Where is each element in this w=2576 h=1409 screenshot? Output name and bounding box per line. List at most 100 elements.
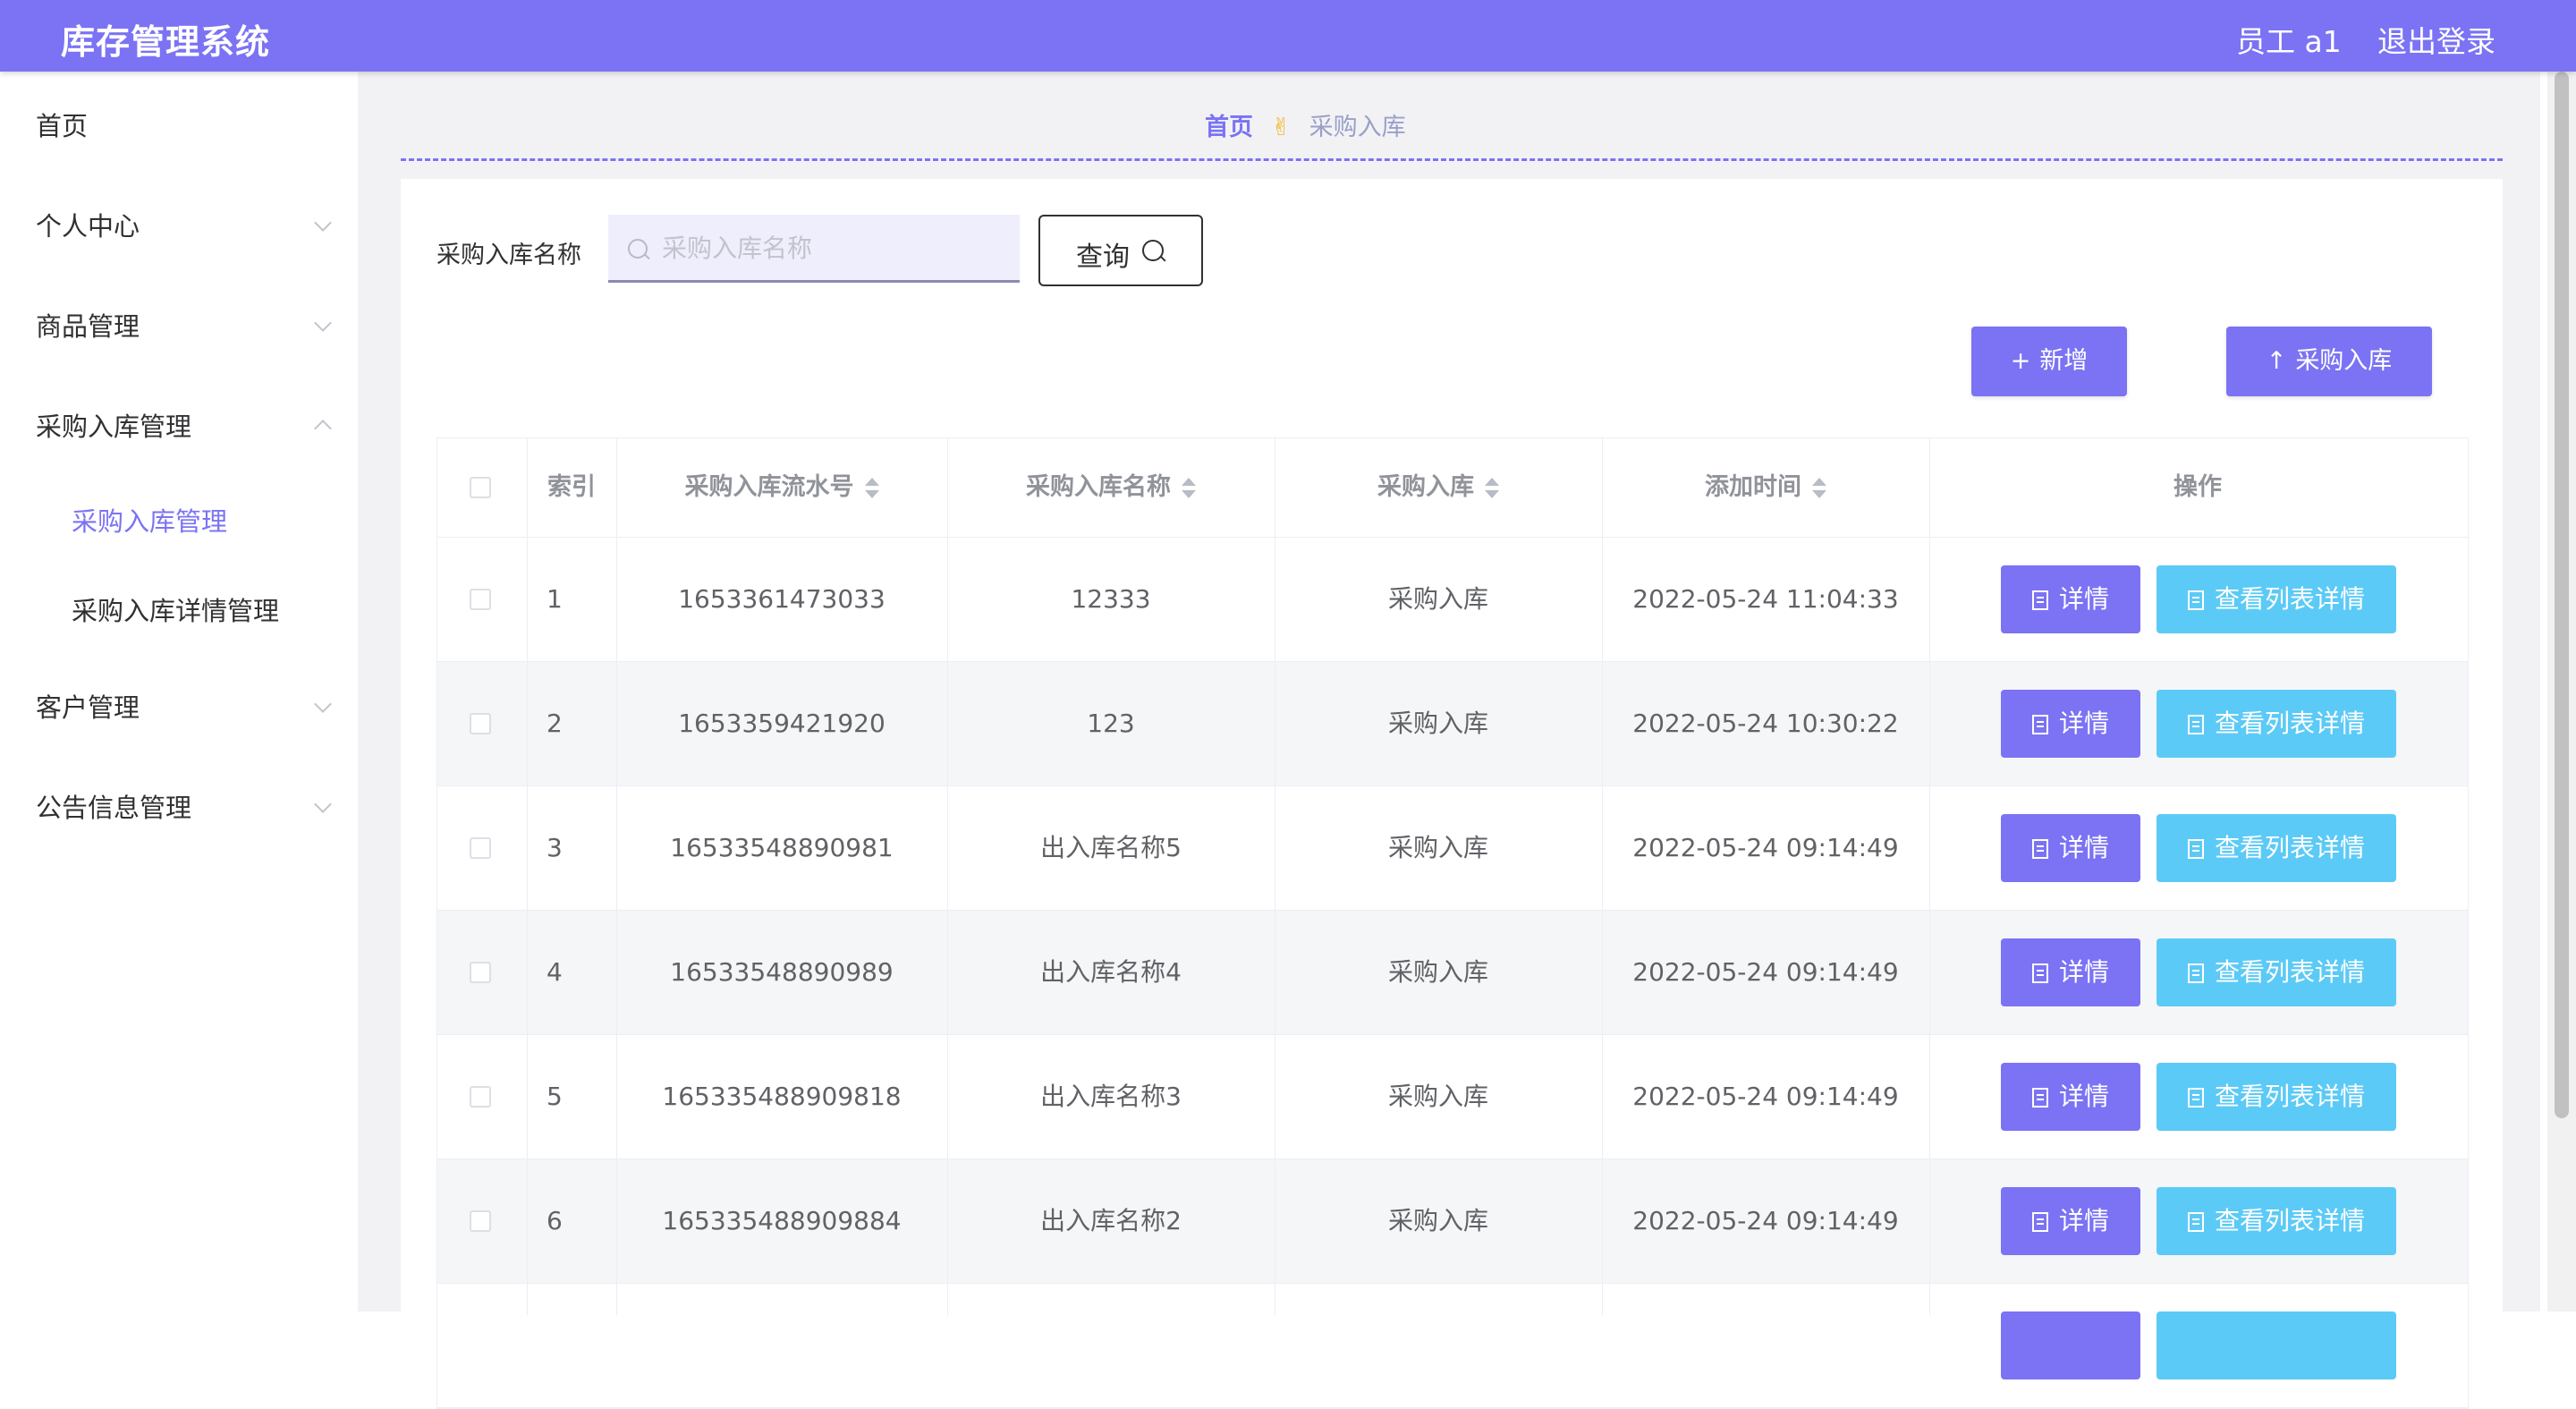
list-detail-button-label: 查看列表详情 [2214,833,2365,862]
document-icon [2187,1088,2204,1108]
document-icon [2031,963,2048,983]
list-detail-button[interactable]: 查看列表详情 [2157,690,2396,758]
search-field [608,215,1020,283]
row-checkbox[interactable] [470,589,491,610]
row-checkbox[interactable] [470,1086,491,1108]
divider [401,158,2503,161]
table-row: 6 165335488909884 出入库名称2 采购入库 2022-05-24 09:… [437,1159,2468,1284]
list-detail-button[interactable]: 查看列表详情 [2157,814,2396,882]
sort-icon [1485,477,1499,499]
document-icon [2187,1212,2204,1232]
row-checkbox[interactable] [470,837,491,859]
cell-time: 2022-05-24 09:14:49 [1632,957,1899,987]
document-icon [2187,715,2204,734]
column-divider [616,438,617,1315]
detail-button[interactable]: 详情 [2001,1063,2140,1131]
sidebar-item-profile[interactable]: 个人中心 [36,206,332,250]
list-detail-button[interactable]: 查看列表详情 [2157,938,2396,1006]
scrollbar-thumb[interactable] [2555,72,2569,1118]
table-row: 4 16533548890989 出入库名称4 采购入库 2022-05-24 09:1… [437,911,2468,1035]
column-header-name[interactable]: 采购入库名称 [947,438,1275,537]
cell-serial: 165335488909818 [662,1082,902,1111]
sidebar-item-announcements[interactable]: 公告信息管理 [36,787,332,832]
submenu-item-purchase-inbound[interactable]: 采购入库管理 [72,501,227,539]
chevron-down-icon [314,214,332,232]
list-detail-button[interactable]: 查看列表详情 [2157,1063,2396,1131]
document-icon [2031,1212,2048,1232]
detail-button-label: 详情 [2058,584,2109,614]
cell-name: 123 [1087,709,1135,738]
detail-button-label: 详情 [2058,957,2109,987]
row-checkbox[interactable] [470,1210,491,1232]
select-all-checkbox[interactable] [470,477,491,498]
column-header-index: 索引 [547,473,596,501]
list-detail-button-label: 查看列表详情 [2214,1082,2365,1111]
sort-icon [864,477,879,499]
column-header-label: 采购入库名称 [1026,473,1171,501]
cell-time: 2022-05-24 11:04:33 [1632,584,1899,614]
purchase-inbound-button-label: 采购入库 [2295,347,2393,375]
cell-time: 2022-05-24 09:14:49 [1632,1206,1899,1235]
column-divider [1929,438,1930,1315]
cell-index: 5 [547,1082,563,1111]
search-label: 采购入库名称 [436,242,581,269]
sidebar-item-products[interactable]: 商品管理 [36,306,332,351]
document-icon [2187,590,2204,610]
current-user: 员工 a1 [2236,24,2342,59]
logout-button[interactable]: 退出登录 [2377,18,2496,61]
detail-button[interactable] [2001,1311,2140,1379]
top-bar: 库存管理系统 员工 a1 退出登录 [0,0,2576,72]
sidebar-item-label: 首页 [36,111,89,141]
purchase-inbound-button[interactable]: ↑ 采购入库 [2226,327,2432,396]
document-icon [2187,839,2204,859]
search-input[interactable] [660,227,1004,268]
detail-button-label: 详情 [2058,709,2109,738]
detail-button[interactable]: 详情 [2001,1187,2140,1255]
submenu-item-purchase-inbound-detail[interactable]: 采购入库详情管理 [72,590,279,628]
column-header-serial[interactable]: 采购入库流水号 [616,438,947,537]
document-icon [2031,1088,2048,1108]
cell-index: 3 [547,833,563,862]
cell-serial: 165335488909884 [662,1206,902,1235]
chevron-up-icon [314,420,332,437]
cell-serial: 1653361473033 [678,584,886,614]
table-row: 1 1653361473033 12333 采购入库 2022-05-24 11:04:… [437,538,2468,662]
document-icon [2031,839,2048,859]
cell-serial: 1653359421920 [678,709,886,738]
list-detail-button[interactable] [2157,1311,2396,1379]
list-detail-button[interactable]: 查看列表详情 [2157,1187,2396,1255]
column-header-type[interactable]: 采购入库 [1275,438,1602,537]
column-header-time[interactable]: 添加时间 [1602,438,1929,537]
app-title: 库存管理系统 [61,22,271,62]
cell-name: 12333 [1071,584,1151,614]
detail-button[interactable]: 详情 [2001,938,2140,1006]
page-scrollbar[interactable] [2547,72,2576,1311]
sidebar: 首页 个人中心 商品管理 采购入库管理 采购入库管理 采购入库详情管理 客户管理… [0,72,358,1311]
sidebar-item-customers[interactable]: 客户管理 [36,687,332,732]
column-divider [1602,438,1603,1315]
cell-time: 2022-05-24 09:14:49 [1632,1082,1899,1111]
cell-index: 6 [547,1206,563,1235]
detail-button[interactable]: 详情 [2001,814,2140,882]
add-button-label: 新增 [2039,347,2089,375]
sidebar-item-purchase-inbound[interactable]: 采购入库管理 [36,406,332,451]
row-checkbox[interactable] [470,713,491,734]
query-button[interactable]: 查询 [1038,215,1203,286]
sidebar-item-label: 公告信息管理 [36,793,192,823]
column-divider [947,438,948,1315]
add-button[interactable]: + 新增 [1971,327,2127,396]
breadcrumb-home[interactable]: 首页 [1205,114,1253,141]
list-detail-button[interactable]: 查看列表详情 [2157,565,2396,633]
table-row [437,1284,2468,1408]
cell-type: 采购入库 [1387,1206,1488,1235]
sidebar-item-label: 个人中心 [36,211,140,242]
detail-button-label: 详情 [2058,1082,2109,1111]
victory-hand-icon: ✌ [1271,114,1292,141]
sidebar-item-home[interactable]: 首页 [36,106,322,150]
search-icon [628,239,648,259]
detail-button[interactable]: 详情 [2001,565,2140,633]
table-row: 3 16533548890981 出入库名称5 采购入库 2022-05-24 09:1… [437,786,2468,911]
row-checkbox[interactable] [470,962,491,983]
chevron-down-icon [314,795,332,813]
detail-button[interactable]: 详情 [2001,690,2140,758]
